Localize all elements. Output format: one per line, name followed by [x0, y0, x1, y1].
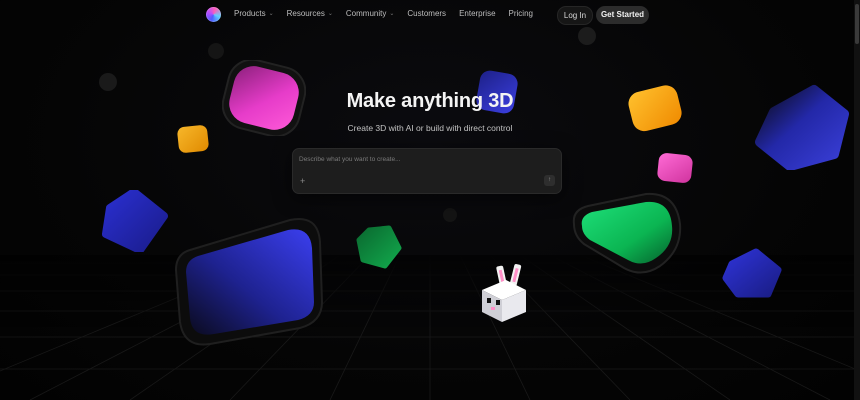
- dark-sphere: [443, 208, 457, 222]
- nav-item-label: Customers: [407, 9, 447, 18]
- prompt-input[interactable]: [299, 153, 549, 165]
- page-scrollbar[interactable]: [854, 0, 860, 400]
- blue-large-shape: [174, 218, 324, 346]
- chevron-down-icon: ⌄: [389, 11, 395, 17]
- prompt-box: + ↑: [292, 148, 562, 194]
- blue-bottom-right-shape: [722, 248, 782, 298]
- plus-icon[interactable]: +: [300, 177, 305, 186]
- chevron-down-icon: ⌄: [268, 11, 274, 17]
- hero-subtitle: Create 3D with AI or build with direct c…: [347, 123, 513, 133]
- hero-stage: Products ⌄ Resources ⌄ Community ⌄ Custo…: [0, 0, 860, 400]
- nav-item-community[interactable]: Community ⌄: [346, 9, 394, 18]
- green-small-shape: [356, 225, 402, 269]
- scrollbar-thumb[interactable]: [855, 4, 859, 44]
- nav-item-label: Resources: [286, 9, 325, 18]
- nav-item-customers[interactable]: Customers: [407, 9, 446, 18]
- nav-item-label: Community: [345, 9, 387, 18]
- nav-item-label: Pricing: [508, 9, 533, 18]
- login-button[interactable]: Log In: [557, 6, 593, 25]
- nav-links: Products ⌄ Resources ⌄ Community ⌄ Custo…: [234, 9, 546, 18]
- dark-sphere: [208, 43, 224, 59]
- get-started-button[interactable]: Get Started: [596, 6, 649, 24]
- nav-item-products[interactable]: Products ⌄: [234, 9, 274, 18]
- top-navbar: Products ⌄ Resources ⌄ Community ⌄ Custo…: [0, 0, 860, 30]
- hero-title: Make anything 3D: [346, 90, 514, 112]
- logo-icon[interactable]: [206, 7, 221, 22]
- nav-item-enterprise[interactable]: Enterprise: [459, 9, 495, 18]
- chevron-down-icon: ⌄: [327, 11, 333, 17]
- green-large-shape: [572, 192, 682, 274]
- pink-small-shape: [657, 153, 693, 183]
- blue-left-shape: [102, 190, 168, 252]
- nav-item-label: Enterprise: [459, 9, 496, 18]
- nav-item-label: Products: [234, 9, 266, 18]
- nav-item-resources[interactable]: Resources ⌄: [287, 9, 333, 18]
- nav-item-pricing[interactable]: Pricing: [509, 9, 533, 18]
- bunny-character: [482, 264, 526, 322]
- send-arrow-icon[interactable]: ↑: [544, 175, 555, 186]
